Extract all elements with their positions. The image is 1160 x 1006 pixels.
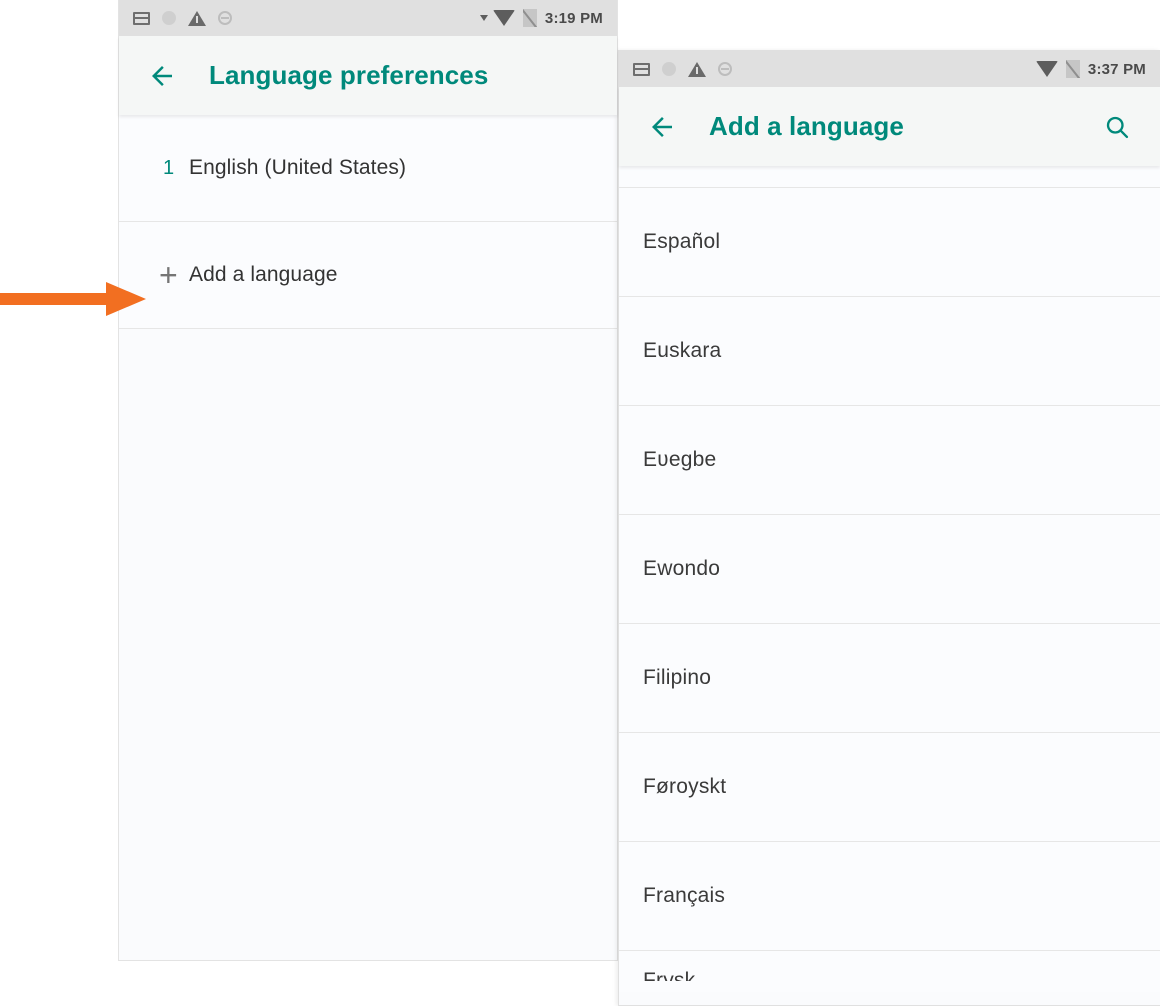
list-item-euskara[interactable]: Euskara	[619, 297, 1160, 406]
language-name: Français	[643, 884, 726, 907]
list-item-foroyskt[interactable]: Føroyskt	[619, 733, 1160, 842]
status-bar-right-left-icons	[633, 61, 732, 77]
sync-icon	[718, 62, 732, 76]
language-preferences-screen: 3:19 PM Language preferences 1 English (…	[118, 0, 618, 961]
circle-icon	[662, 62, 676, 76]
status-bar-right: 3:37 PM	[619, 51, 1160, 87]
list-item-add-a-language[interactable]: + Add a language	[119, 222, 617, 329]
list-item[interactable]	[619, 166, 1160, 188]
language-picker-list[interactable]: Español Euskara Eʋegbe Ewondo Filipino F…	[619, 166, 1160, 992]
warning-icon	[688, 61, 706, 77]
page-title: Language preferences	[209, 60, 489, 90]
plus-icon: +	[159, 257, 178, 293]
list-item-ewondo[interactable]: Ewondo	[619, 515, 1160, 624]
list-item-filipino[interactable]: Filipino	[619, 624, 1160, 733]
status-bar-right-icons: 3:19 PM	[479, 9, 603, 27]
add-a-language-screen: 3:37 PM Add a language Español Euskara E…	[618, 50, 1160, 1006]
signal-dot-icon	[479, 15, 488, 21]
card-icon	[633, 62, 650, 76]
toolbar-add-a-language: Add a language	[619, 87, 1160, 166]
language-name: Føroyskt	[643, 775, 727, 798]
page-title: Add a language	[709, 111, 904, 141]
wifi-icon	[1035, 61, 1058, 77]
back-arrow-icon[interactable]	[145, 59, 179, 93]
sim-off-icon	[522, 9, 537, 27]
language-name: Euskara	[643, 339, 722, 362]
sync-icon	[218, 11, 232, 25]
language-name: English (United States)	[189, 156, 407, 179]
warning-icon	[188, 10, 206, 26]
status-bar-clock: 3:19 PM	[544, 9, 603, 27]
card-icon	[133, 11, 150, 25]
list-item-espanol[interactable]: Español	[619, 188, 1160, 297]
back-arrow-icon[interactable]	[645, 110, 679, 144]
add-language-label: Add a language	[189, 263, 338, 286]
language-preference-list: 1 English (United States) + Add a langua…	[119, 115, 617, 329]
sim-off-icon	[1065, 60, 1080, 78]
list-item-evegbe[interactable]: Eʋegbe	[619, 406, 1160, 515]
toolbar-language-preferences: Language preferences	[119, 36, 617, 115]
language-name: Ewondo	[643, 557, 721, 580]
status-bar-clock: 3:37 PM	[1087, 60, 1146, 78]
language-name: Frysk	[643, 969, 696, 981]
language-order-number: 1	[163, 156, 175, 179]
list-item-frysk[interactable]: Frysk	[619, 951, 1160, 981]
status-bar-left-icons	[133, 10, 232, 26]
language-name: Filipino	[643, 666, 712, 689]
circle-icon	[162, 11, 176, 25]
status-bar-left: 3:19 PM	[119, 0, 617, 36]
language-name: Eʋegbe	[643, 448, 717, 471]
wifi-icon	[492, 10, 515, 26]
list-item-francais[interactable]: Français	[619, 842, 1160, 951]
list-item-english[interactable]: 1 English (United States)	[119, 115, 617, 222]
language-name: Español	[643, 230, 721, 253]
status-bar-right-right-icons: 3:37 PM	[1035, 60, 1146, 78]
search-icon[interactable]	[1100, 110, 1134, 144]
